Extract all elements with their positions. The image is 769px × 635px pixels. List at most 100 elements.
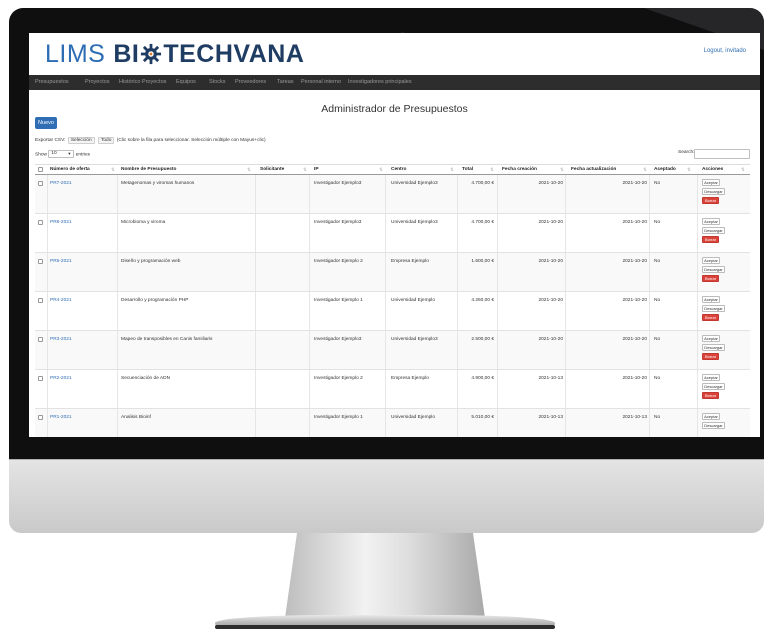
offer-number-link[interactable]: PR3-2021 [50,337,72,342]
delete-button[interactable]: Borrar [702,275,719,282]
accept-button[interactable]: Aceptar [702,296,720,303]
row-checkbox[interactable] [38,220,43,225]
sort-icon[interactable]: ⇅ [490,167,494,173]
creation-date: 2021-10-20 [538,259,563,264]
accept-button[interactable]: Aceptar [702,218,720,225]
column-divider [255,214,256,252]
offer-number-link[interactable]: PR5-2021 [50,259,72,264]
update-date: 2021-10-20 [622,298,647,303]
header: LIMS BI TECHVANA Logout, invitado [29,33,760,73]
delete-button[interactable]: Borrar [702,392,719,399]
accept-button[interactable]: Aceptar [702,374,720,381]
table-row[interactable]: PR2-2021 Secuenciación de ADN Investigador… [35,370,750,409]
download-button[interactable]: Descargar [702,383,725,390]
delete-button[interactable]: Borrar [702,353,719,360]
offer-number-link[interactable]: PR7-2021 [50,181,72,186]
sort-icon[interactable]: ⇅ [247,167,251,173]
page-length-select[interactable]: 10 ▼ [48,150,75,158]
column-divider [47,331,48,369]
accepted-status: No [654,415,661,420]
row-checkbox[interactable] [38,376,43,381]
delete-button[interactable]: Borrar [702,236,719,243]
column-divider [649,214,650,252]
row-checkbox[interactable] [38,181,43,186]
page-length-control: Show 10 ▼ entries [35,150,90,158]
page-title: Administrador de Presupuestos [321,103,468,115]
accept-button[interactable]: Aceptar [702,179,720,186]
row-checkbox[interactable] [38,337,43,342]
nav-item-historico-proyectos[interactable]: Histórico Proyectos [119,79,166,85]
col-centro[interactable]: Centro [391,167,406,172]
col-fecha-actualizacion[interactable]: Fecha actualización [571,167,616,172]
select-all-checkbox[interactable] [38,167,43,172]
row-checkbox[interactable] [38,259,43,264]
col-aceptado[interactable]: Aceptado [654,167,676,172]
center: Universidad Ejemplo [391,298,435,303]
table-row[interactable]: PR4-2021 Desarrollo y programación PHP Inv… [35,292,750,331]
col-nombre[interactable]: Nombre de Presupuesto [121,167,176,172]
logout-link[interactable]: Logout, invitado [704,48,746,54]
offer-number-link[interactable]: PR2-2021 [50,376,72,381]
sort-icon[interactable]: ⇅ [741,167,745,173]
sort-icon[interactable]: ⇅ [643,167,647,173]
sort-icon[interactable]: ⇅ [687,167,691,173]
row-checkbox[interactable] [38,298,43,303]
col-solicitante[interactable]: Solicitante [260,167,284,172]
nav-item-proyectos[interactable]: Proyectos [85,79,109,85]
total-amount: 2.500,00 € [471,337,494,342]
nav-item-personal-interno[interactable]: Personal interno [301,79,341,85]
sort-icon[interactable]: ⇅ [111,167,115,173]
creation-date: 2021-10-20 [538,337,563,342]
download-button[interactable]: Descargar [702,344,725,351]
table-row[interactable]: PR6-2021 Microbioma y viroma Investigador … [35,214,750,253]
sort-icon[interactable]: ⇅ [450,167,454,173]
table-row[interactable]: PR7-2021 Metagenomas y viromas humanos Inv… [35,175,750,214]
column-divider [497,409,498,437]
offer-number-link[interactable]: PR4-2021 [50,298,72,303]
accept-button[interactable]: Aceptar [702,335,720,342]
offer-number-link[interactable]: PR1-2021 [50,415,72,420]
search-input[interactable] [694,149,750,159]
delete-button[interactable]: Borrar [702,314,719,321]
col-fecha-creacion[interactable]: Fecha creación [502,167,537,172]
table-row[interactable]: PR3-2021 Mapeo de transposibles en Canis … [35,331,750,370]
download-button[interactable]: Descargar [702,188,725,195]
nav-item-proveedores[interactable]: Proveedores [235,79,266,85]
csv-selection-button[interactable]: Selección [67,137,95,144]
sort-icon[interactable]: ⇅ [303,167,307,173]
download-button[interactable]: Descargar [702,422,725,429]
col-numero-oferta[interactable]: Número de oferta [50,167,90,172]
accept-button[interactable]: Aceptar [702,257,720,264]
table-row[interactable]: PR5-2021 Diseño y programación web Investi… [35,253,750,292]
download-button[interactable]: Descargar [702,227,725,234]
sort-icon[interactable]: ⇅ [379,167,383,173]
column-divider [697,370,698,408]
table-row[interactable]: PR1-2021 Analisis Bioinf Investigador Ejem… [35,409,750,437]
column-divider [697,253,698,291]
csv-all-button[interactable]: Todo [97,137,115,144]
col-ip[interactable]: IP [314,167,319,172]
column-divider [255,331,256,369]
new-budget-button[interactable]: Nuevo [35,117,57,129]
column-divider [47,370,48,408]
download-button[interactable]: Descargar [702,305,725,312]
show-label: Show [35,152,47,158]
sort-icon[interactable]: ⇅ [560,167,564,173]
column-divider [47,409,48,437]
accept-button[interactable]: Aceptar [702,413,720,420]
delete-button[interactable]: Borrar [702,197,719,204]
accepted-status: No [654,337,661,342]
nav-item-presupuestos[interactable]: Presupuestos [35,79,69,85]
csv-export-bar: Exportar CSV: Selección Todo (Clic sobre… [35,137,266,144]
col-total[interactable]: Total [462,167,473,172]
app-logo[interactable]: LIMS BI TECHVANA [45,40,304,69]
nav-item-stocks[interactable]: Stocks [209,79,226,85]
nav-item-tareas[interactable]: Tareas [277,79,294,85]
nav-item-investigadores[interactable]: Investigadores principales [348,79,412,85]
nav-item-equipos[interactable]: Equipos [176,79,196,85]
center: Universidad Ejemplo3 [391,181,438,186]
row-checkbox[interactable] [38,415,43,420]
download-button[interactable]: Descargar [702,266,725,273]
monitor-chin [9,459,764,533]
offer-number-link[interactable]: PR6-2021 [50,220,72,225]
